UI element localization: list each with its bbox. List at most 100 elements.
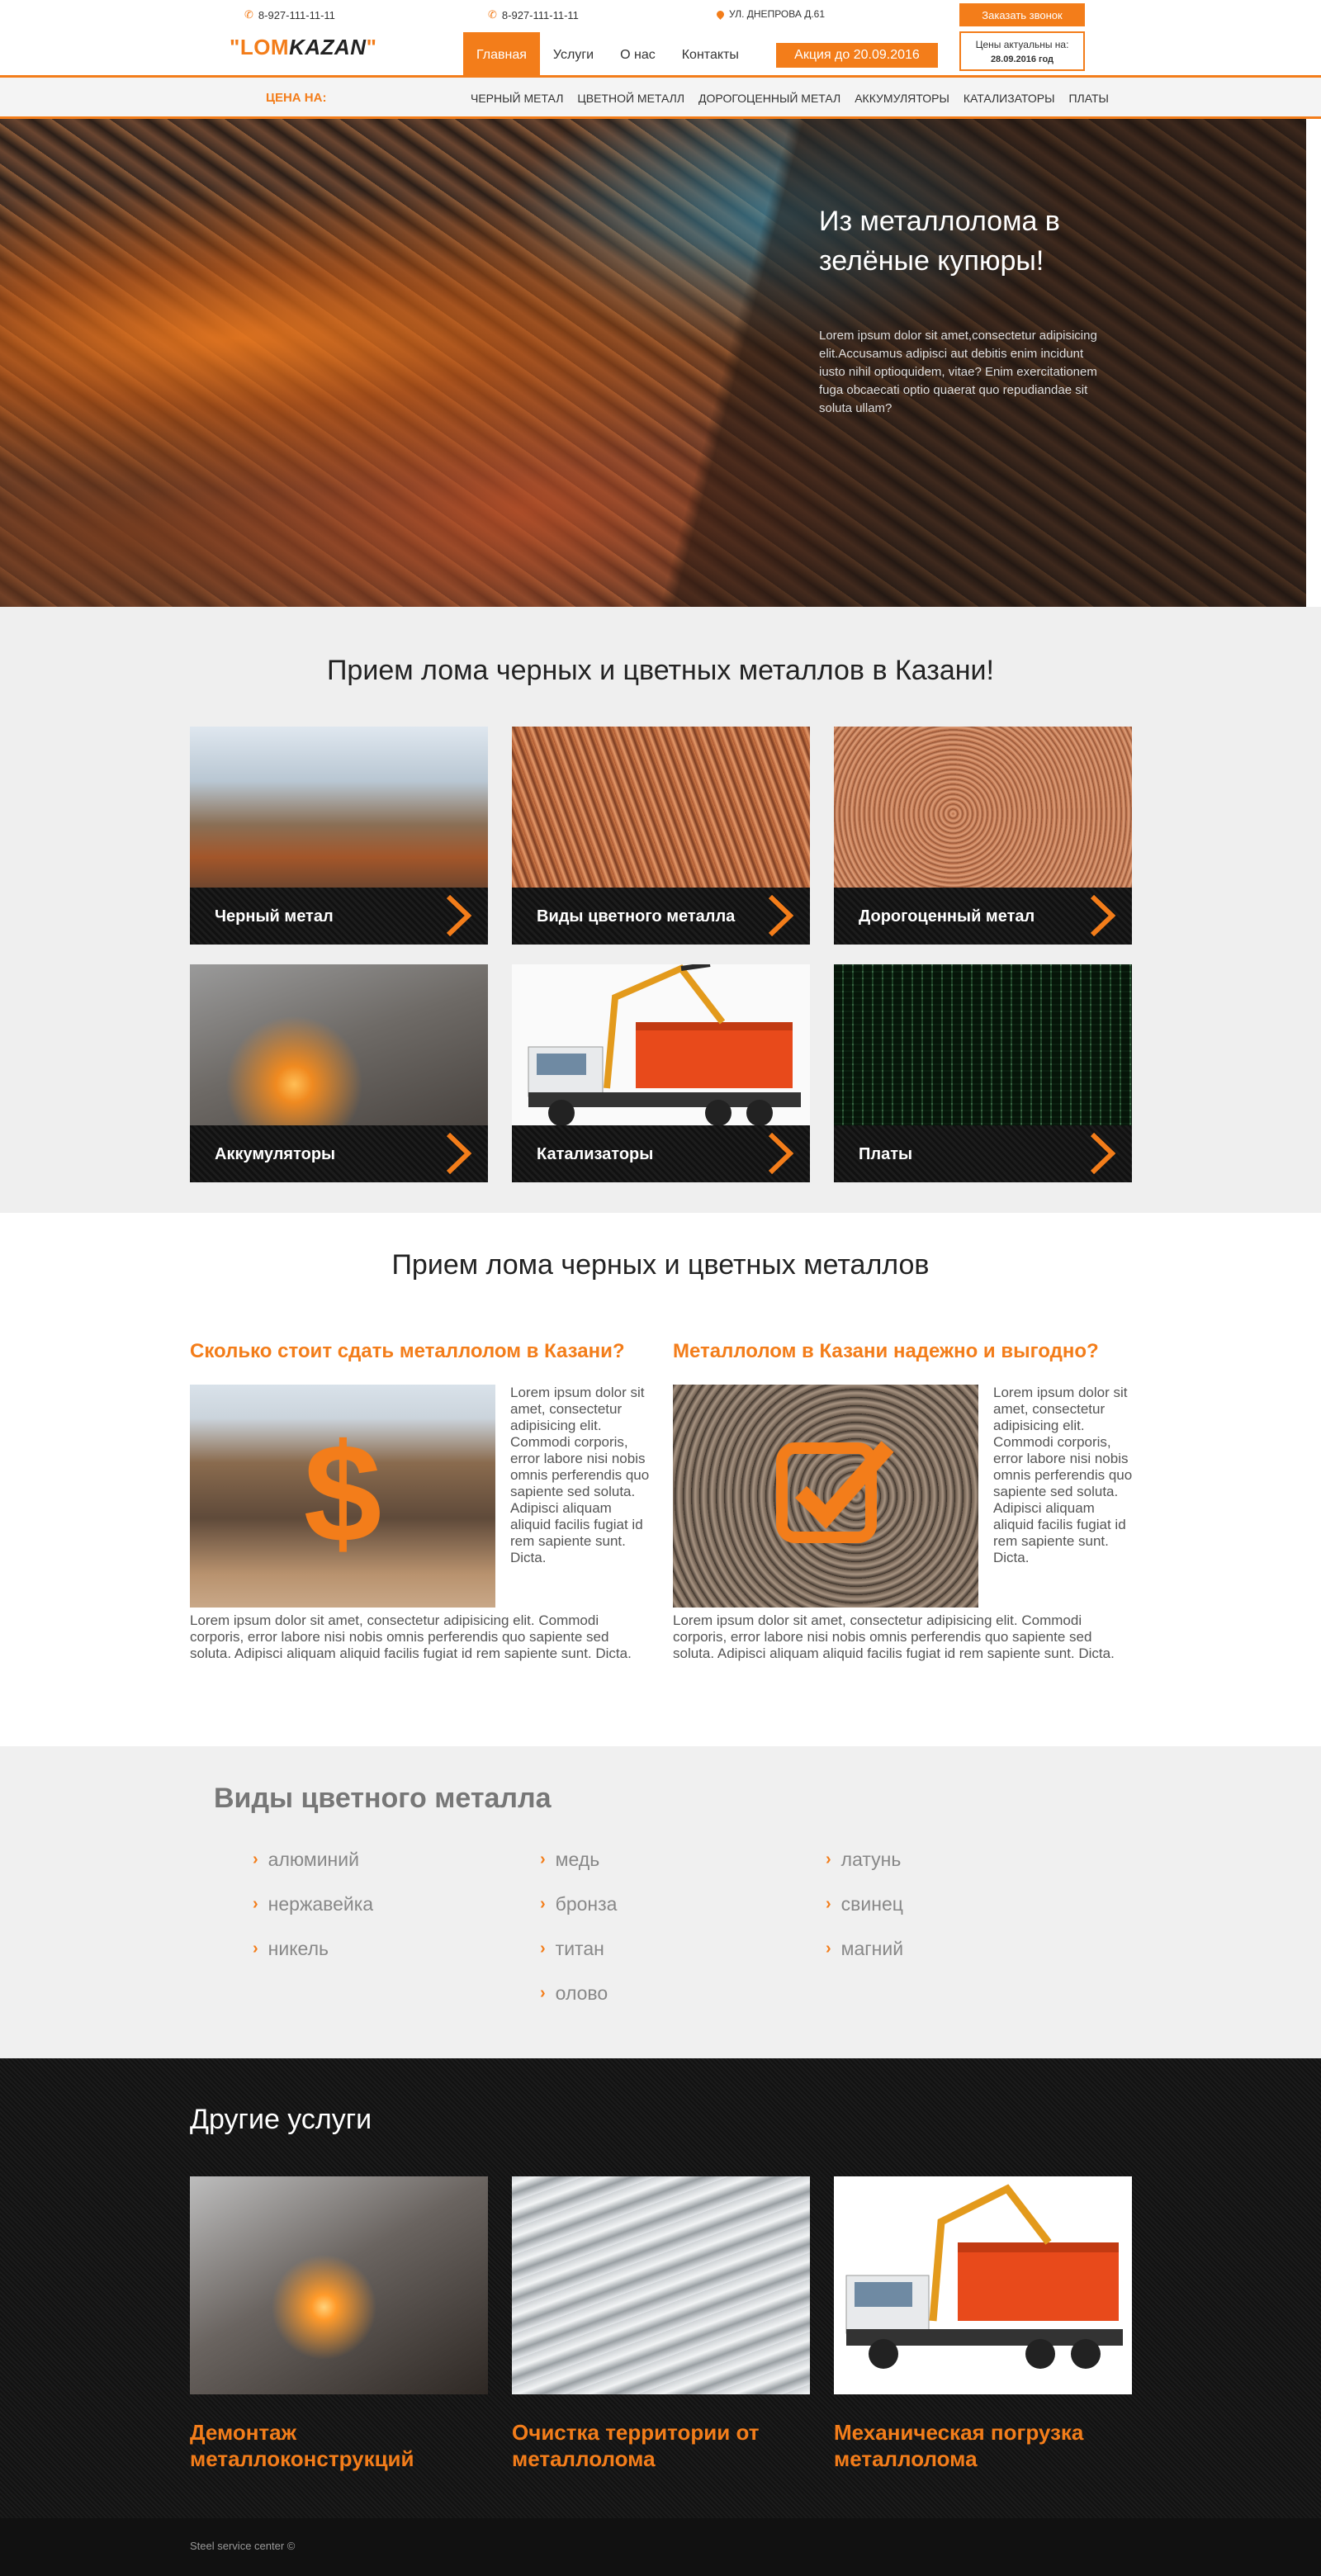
category-card-catalysts[interactable]: Катализаторы [512,964,810,1182]
service-title: Механическая погрузка металлолома [834,2420,1084,2471]
service-card-dismantling[interactable]: Демонтаж металлоконструкций [190,2176,488,2472]
card-title: Катализаторы [537,1145,654,1163]
categories-section: Прием лома черных и цветных металлов в К… [0,607,1321,1213]
main-nav: Главная Услуги О нас Контакты [463,32,752,78]
gears-image [673,1385,978,1608]
metal-item[interactable]: › алюминий [253,1849,359,1871]
metal-item[interactable]: › бронза [540,1893,617,1915]
prices-actual-box: Цены актуальны на: 28.09.2016 год [959,31,1085,71]
metal-label: бронза [555,1893,618,1915]
price-nav-links: черный метал цветной металл дорогоценный… [471,78,1123,119]
price-link-batteries[interactable]: аккумуляторы [855,78,949,119]
info-section: Прием лома черных и цветных металлов Ско… [0,1213,1321,1746]
prices-date: 28.09.2016 год [990,54,1054,64]
callback-button[interactable]: Заказать звонок [959,3,1085,26]
metal-item[interactable]: › никель [253,1938,329,1960]
metal-label: никель [268,1938,329,1959]
service-card-loading[interactable]: Механическая погрузка металлолома [834,2176,1132,2472]
category-card-ferrous[interactable]: Черный метал [190,727,488,945]
metal-label: медь [555,1849,600,1870]
chevron-right-icon: › [540,1895,546,1913]
metal-label: свинец [840,1893,903,1915]
categories-title: Прием лома черных и цветных металлов в К… [326,655,994,686]
hero-title: Из металлолома в зелёные купюры! [819,206,1060,277]
promo-badge[interactable]: Акция до 20.09.2016 [776,43,938,68]
service-title: Демонтаж металлоконструкций [190,2420,414,2471]
card-title: Платы [859,1145,913,1163]
phone-1[interactable]: ✆ 8-927-111-11-11 [244,8,335,21]
top-header: ✆ 8-927-111-11-11 ✆ 8-927-111-11-11 ул. … [0,0,1321,78]
chevron-right-icon: › [253,1939,258,1958]
info-title: Прием лома черных и цветных металлов [391,1249,930,1281]
info-right-heading: Металлолом в Казани надежно и выгодно? [673,1340,1099,1362]
metal-item[interactable]: › свинец [826,1893,903,1915]
footer-copyright: Steel service center © [190,2540,296,2552]
info-right-side-text: Lorem ipsum dolor sit amet, consectetur … [993,1385,1133,1565]
phone-2-text: 8-927-111-11-11 [501,8,579,21]
card-title: Аккумуляторы [215,1145,336,1163]
service-card-cleanup[interactable]: Очистка территории от металлолома [512,2176,810,2472]
phone-1-text: 8-927-111-11-11 [258,8,335,21]
metal-item[interactable]: › латунь [826,1849,901,1871]
prices-label: Цены актуальны на: [975,39,1069,50]
metal-types-section: Виды цветного металла › алюминий › медь › л… [0,1746,1321,2058]
chevron-right-icon: › [826,1895,831,1913]
chevron-right-icon: › [540,1939,546,1958]
category-card-precious[interactable]: Дорогоценный метал [834,727,1132,945]
map-pin-icon [715,8,726,20]
info-left-side-text: Lorem ipsum dolor sit amet, consectetur … [510,1385,650,1565]
info-left-heading: Сколько стоит сдать металлолом в Казани? [190,1340,625,1362]
logo[interactable]: "LOMKAZAN" [230,35,376,60]
nav-services[interactable]: Услуги [540,32,607,78]
logo-quote-close: " [366,35,377,59]
nav-about[interactable]: О нас [607,32,669,78]
logo-kazan: KAZAN [289,35,367,59]
metal-label: магний [840,1938,904,1959]
nav-contacts[interactable]: Контакты [669,32,752,78]
card-title: Дорогоценный метал [859,907,1035,926]
metal-label: нержавейка [268,1893,374,1915]
price-link-nonferrous[interactable]: цветной металл [577,78,684,119]
chevron-right-icon [768,895,794,936]
category-card-boards[interactable]: Платы [834,964,1132,1182]
hero-text: Lorem ipsum dolor sit amet,consectetur a… [819,329,1097,415]
card-title: Черный метал [215,907,334,926]
card-title: Виды цветного металла [537,907,736,926]
hero-banner: Из металлолома в зелёные купюры! Lorem i… [0,119,1306,607]
info-left-bottom-text: Lorem ipsum dolor sit amet, consectetur … [190,1612,632,1661]
category-card-batteries[interactable]: Аккумуляторы [190,964,488,1182]
metal-label: алюминий [268,1849,359,1870]
nav-home[interactable]: Главная [463,32,540,78]
loader-truck-image [834,2176,1132,2394]
metal-cutting-image [190,2176,488,2394]
info-right-bottom-text: Lorem ipsum dolor sit amet, consectetur … [673,1612,1115,1661]
chevron-right-icon: › [826,1850,831,1868]
price-link-precious[interactable]: дорогоценный метал [698,78,840,119]
price-link-ferrous[interactable]: черный метал [471,78,563,119]
price-link-boards[interactable]: платы [1068,78,1108,119]
category-card-nonferrous[interactable]: Виды цветного металла [512,727,810,945]
price-nav: ЦЕНА НА: черный метал цветной металл дор… [0,78,1321,119]
phone-2[interactable]: ✆ 8-927-111-11-11 [488,8,579,21]
chevron-right-icon: › [826,1939,831,1958]
metal-item[interactable]: › титан [540,1938,604,1960]
metal-types-title: Виды цветного металла [214,1783,552,1814]
metal-label: титан [555,1938,604,1959]
metal-item[interactable]: › нержавейка [253,1893,373,1915]
phone-icon: ✆ [488,8,497,21]
metal-item[interactable]: › медь [540,1849,599,1871]
hero-overlay [0,119,1306,607]
checkmark-icon [776,1441,894,1543]
chevron-right-icon: › [540,1850,546,1868]
chevron-right-icon [446,1133,472,1174]
metal-item[interactable]: › магний [826,1938,903,1960]
price-link-catalysts[interactable]: катализаторы [964,78,1055,119]
phone-icon: ✆ [244,8,253,21]
chevron-right-icon: › [253,1850,258,1868]
logo-lom: LOM [239,35,290,59]
dollar-icon: $ [304,1418,382,1566]
address-text: ул. Днепрова д.61 [729,8,826,20]
metal-item[interactable]: › олово [540,1982,608,2005]
other-services-title: Другие услуги [190,2104,372,2135]
metal-label: олово [555,1982,608,2004]
